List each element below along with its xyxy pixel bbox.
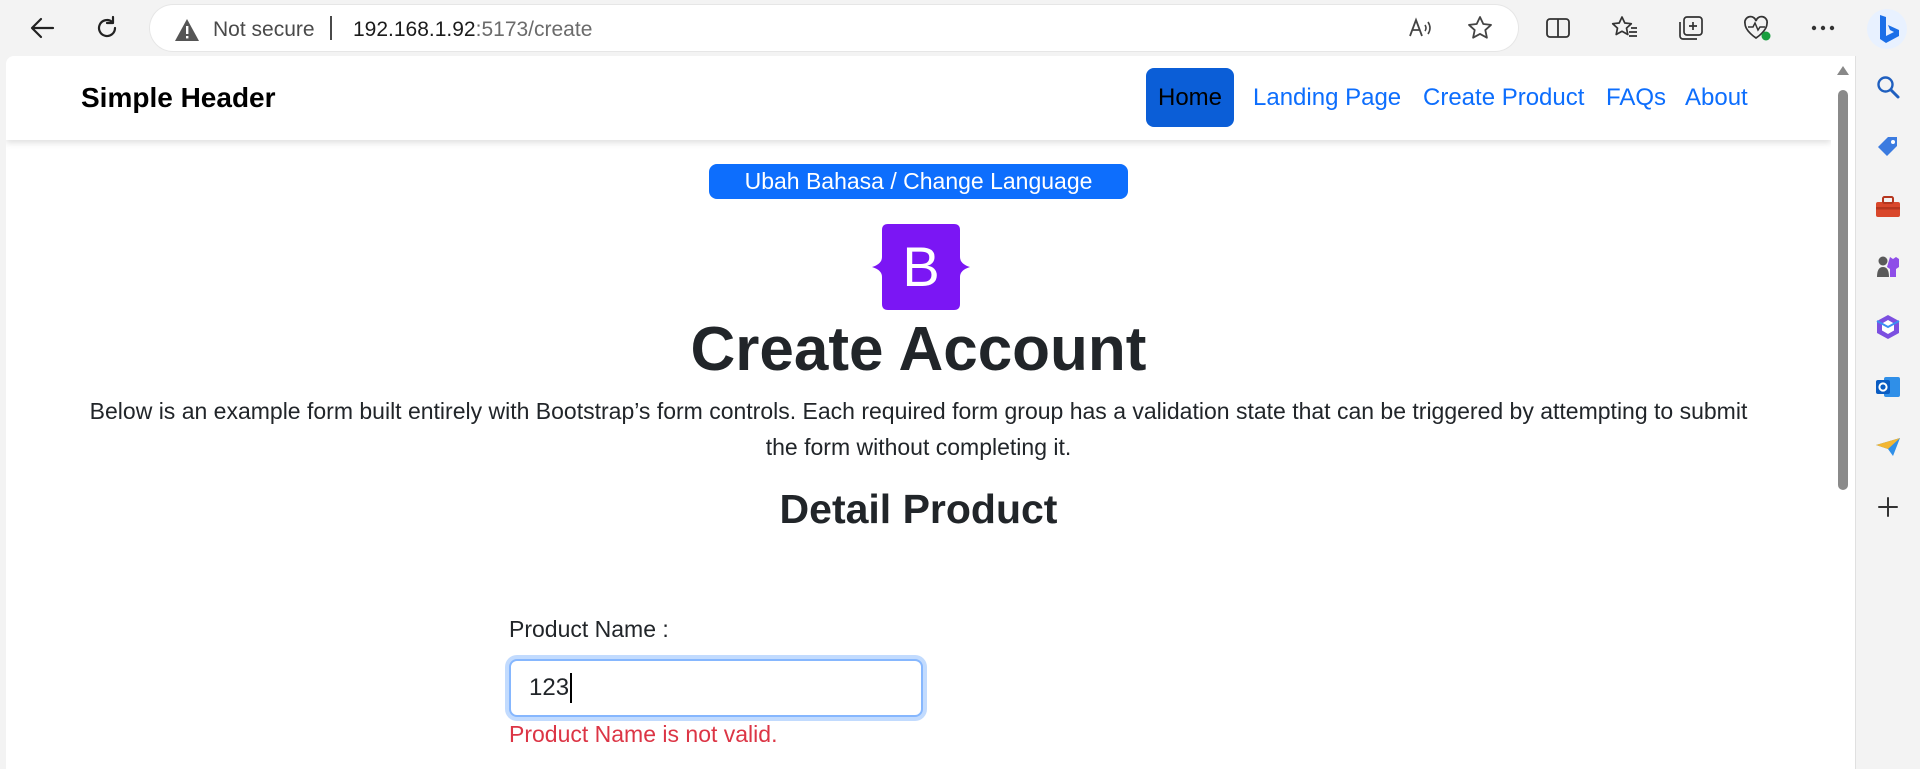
product-name-input[interactable]: 123 [509, 659, 923, 717]
web-page: Simple Header Home Landing Page Create P… [6, 56, 1831, 769]
text-cursor [570, 673, 573, 703]
address-bar[interactable]: Not secure 192.168.1.92:5173/create [150, 5, 1518, 51]
product-name-label: Product Name : [509, 616, 669, 642]
browser-essentials-button[interactable] [1739, 10, 1775, 46]
sidebar-outlook-button[interactable] [1872, 371, 1904, 403]
toolbox-icon [1876, 196, 1900, 217]
shopping-tag-icon [1878, 137, 1897, 156]
refresh-icon [97, 15, 117, 38]
security-status[interactable]: Not secure [213, 18, 315, 42]
read-aloud-icon [1409, 17, 1431, 37]
refresh-button[interactable] [89, 10, 125, 46]
nav-home[interactable]: Home [1146, 68, 1235, 127]
url-host: 192.168.1.92 [353, 18, 476, 41]
section-title: Detail Product [779, 486, 1058, 532]
split-screen-icon [1546, 18, 1570, 38]
bootstrap-logo: B [872, 224, 970, 310]
outlook-icon [1876, 377, 1900, 397]
sidebar-search-button[interactable] [1872, 71, 1904, 103]
nav-create-product[interactable]: Create Product [1411, 68, 1596, 127]
nav-about[interactable]: About [1673, 68, 1760, 127]
collections-icon [1679, 16, 1703, 40]
favorites-icon [1611, 16, 1637, 37]
page-title: Create Account [690, 315, 1147, 384]
page-scrollbar[interactable] [1831, 56, 1855, 769]
plus-icon [1878, 497, 1898, 517]
warning-icon [175, 19, 199, 41]
settings-more-button[interactable] [1805, 10, 1841, 46]
brand-title[interactable]: Simple Header [81, 82, 276, 114]
more-dots-icon [1811, 25, 1835, 31]
page-description: Below is an example form built entirely … [89, 398, 1748, 460]
site-header: Simple Header Home Landing Page Create P… [6, 56, 1831, 140]
logo-letter: B [902, 235, 939, 298]
sidebar-send-button[interactable] [1872, 431, 1904, 463]
sidebar-games-button[interactable] [1872, 251, 1904, 283]
paper-plane-icon [1876, 438, 1900, 456]
url-path: :5173/create [475, 18, 593, 41]
bing-copilot-icon [1867, 9, 1907, 49]
sidebar-add-button[interactable] [1872, 491, 1904, 523]
browser-toolbar: Not secure 192.168.1.92:5173/create [0, 0, 1920, 56]
nav-landing-page[interactable]: Landing Page [1241, 68, 1413, 127]
url-text[interactable]: 192.168.1.92:5173/create [353, 18, 592, 42]
read-aloud-button[interactable] [1406, 14, 1434, 42]
office-icon [1876, 315, 1900, 339]
star-icon [1468, 16, 1492, 39]
back-button[interactable] [24, 10, 60, 46]
chess-piece-icon [1877, 256, 1899, 277]
edge-sidebar [1855, 56, 1920, 769]
favorites-button[interactable] [1607, 10, 1643, 46]
scroll-thumb[interactable] [1838, 90, 1848, 490]
copilot-button[interactable] [1864, 6, 1910, 52]
product-name-value: 123 [529, 674, 570, 701]
sidebar-tools-button[interactable] [1872, 191, 1904, 223]
favorite-button[interactable] [1466, 14, 1494, 42]
search-icon [1877, 76, 1900, 99]
heart-pulse-icon [1744, 15, 1771, 41]
address-separator [330, 16, 332, 40]
change-language-button[interactable]: Ubah Bahasa / Change Language [709, 164, 1128, 199]
product-name-error: Product Name is not valid. [509, 721, 778, 747]
sidebar-office-button[interactable] [1872, 311, 1904, 343]
nav-faqs[interactable]: FAQs [1594, 68, 1678, 127]
back-arrow-icon [30, 17, 55, 39]
split-screen-button[interactable] [1540, 10, 1576, 46]
scroll-up-arrow-icon[interactable] [1837, 66, 1849, 75]
collections-button[interactable] [1673, 10, 1709, 46]
sidebar-shopping-button[interactable] [1872, 131, 1904, 163]
